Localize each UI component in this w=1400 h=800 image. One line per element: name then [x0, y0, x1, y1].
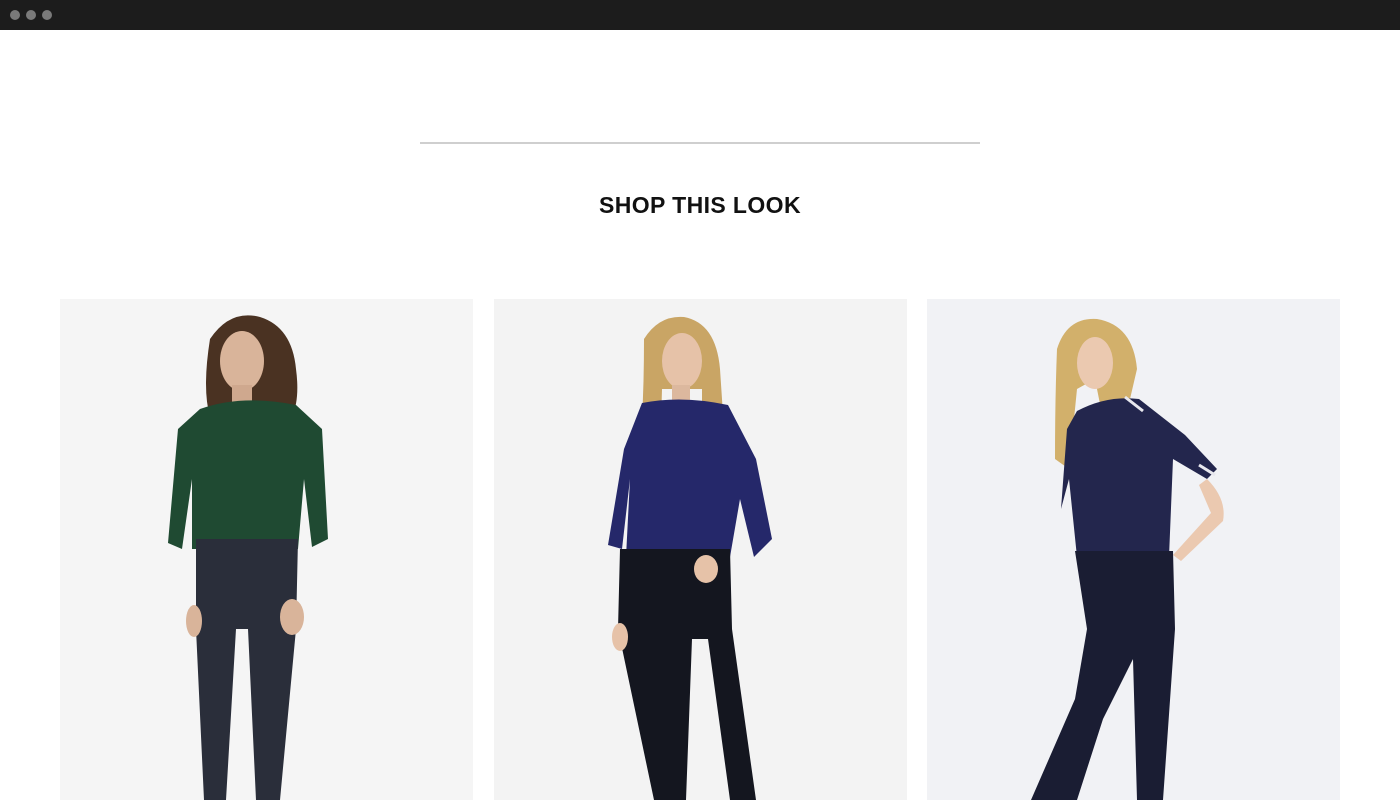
window-maximize-dot[interactable]	[42, 10, 52, 20]
window-minimize-dot[interactable]	[26, 10, 36, 20]
product-image-green-shirt	[60, 299, 473, 800]
window-close-dot[interactable]	[10, 10, 20, 20]
shop-this-look-heading: SHOP THIS LOOK	[599, 192, 801, 218]
window-titlebar	[0, 0, 1400, 30]
product-card-2[interactable]	[494, 299, 907, 800]
section-divider	[420, 142, 980, 144]
product-card-3[interactable]	[927, 299, 1340, 800]
product-card-1[interactable]	[60, 299, 473, 800]
product-image-navy-polo	[927, 299, 1340, 800]
product-image-navy-shirt	[494, 299, 907, 800]
